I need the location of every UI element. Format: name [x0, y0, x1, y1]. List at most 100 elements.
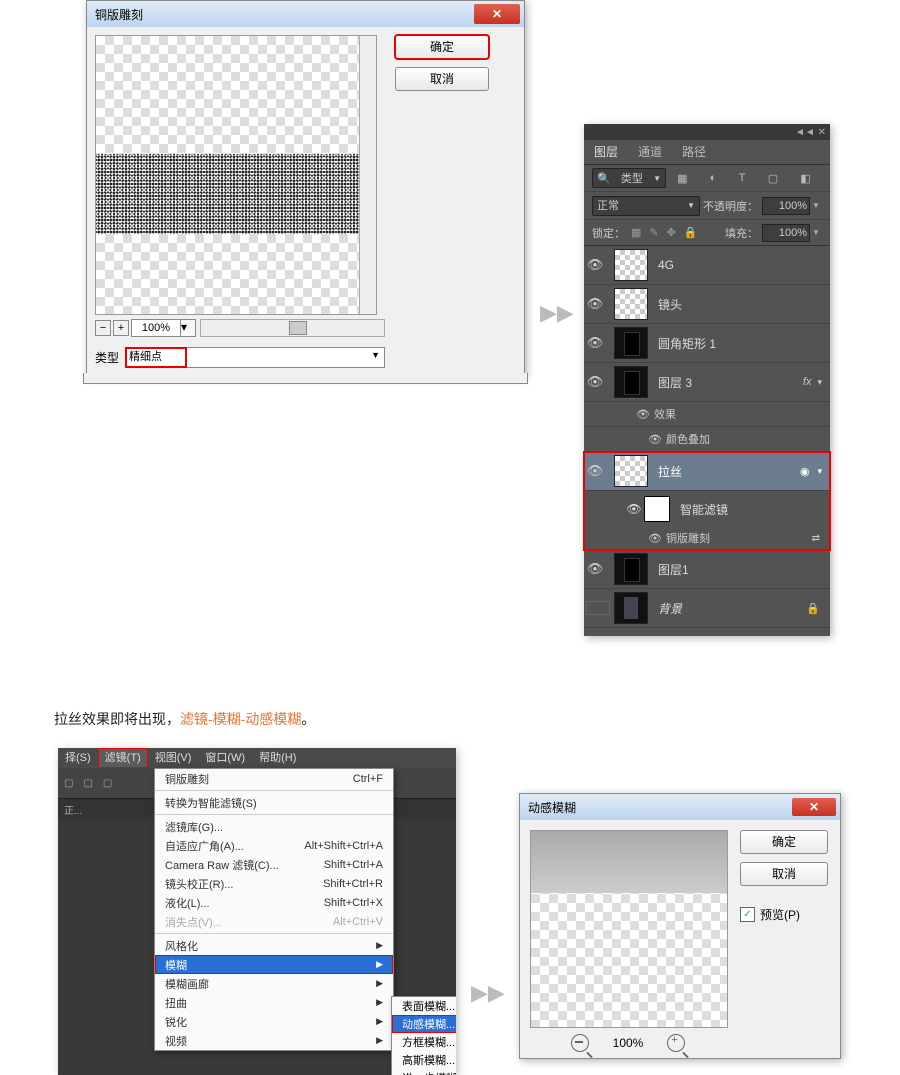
sub-surface-blur[interactable]: 表面模糊... [392, 997, 456, 1015]
layer-row[interactable]: 👁 镜头 [584, 285, 830, 324]
menu-item-distort[interactable]: 扭曲▶ [155, 993, 393, 1012]
menu-item-liquify[interactable]: 液化(L)...Shift+Ctrl+X [155, 893, 393, 912]
layer-thumb[interactable] [614, 288, 648, 320]
zoom-out-button[interactable]: − [95, 320, 111, 336]
tab-channels[interactable]: 通道 [628, 140, 672, 164]
layer-row[interactable]: 👁 4G [584, 246, 830, 285]
preview-vscrollbar[interactable] [359, 36, 376, 314]
eye-icon[interactable]: 👁 [584, 296, 606, 312]
lock-label: 锁定： [592, 225, 625, 241]
zoom-in-icon[interactable] [667, 1034, 685, 1052]
eye-icon[interactable]: 👁 [648, 433, 666, 446]
layer-row[interactable]: 👁 图层 3 fx ▾ [584, 363, 830, 402]
chevron-down-icon[interactable]: ▾ [817, 466, 822, 477]
lock-position-icon[interactable]: ✥ [667, 226, 676, 239]
layer-thumb[interactable] [614, 455, 648, 487]
menu-item-camera-raw[interactable]: Camera Raw 滤镜(C)...Shift+Ctrl+A [155, 855, 393, 874]
smart-filter-item[interactable]: 👁 铜版雕刻 ⇄ [584, 527, 830, 549]
menu-item-convert-smart[interactable]: 转换为智能滤镜(S) [155, 793, 393, 812]
filter-settings-icon[interactable]: ⇄ [812, 533, 820, 544]
preview-canvas[interactable] [95, 35, 377, 315]
menu-item-blur[interactable]: 模糊▶ [155, 955, 393, 974]
lock-pixels-icon[interactable]: ▦ [631, 226, 641, 239]
filter-adjust-icon[interactable]: ◐ [710, 172, 717, 185]
sub-motion-blur[interactable]: 动感模糊... [392, 1015, 456, 1033]
eye-icon[interactable]: 👁 [648, 532, 666, 545]
layer-row-selected[interactable]: 👁 拉丝 ◉ ▾ [584, 452, 830, 491]
type-dropdown[interactable] [187, 347, 385, 368]
eye-icon[interactable]: 👁 [636, 408, 654, 421]
preview-checkbox-row[interactable]: ✓ 预览(P) [740, 906, 828, 923]
layer-row[interactable]: 👁 图层1 [584, 550, 830, 589]
menu-view[interactable]: 视图(V) [148, 748, 199, 768]
layer-effect-sub[interactable]: 👁 效果 [584, 402, 830, 427]
dialog-title: 铜版雕刻 [95, 6, 143, 23]
menu-item-sharpen[interactable]: 锐化▶ [155, 1012, 393, 1031]
lock-all-icon[interactable]: 🔒 [684, 226, 698, 239]
preview-hscrollbar[interactable] [200, 319, 385, 337]
cancel-button[interactable]: 取消 [740, 862, 828, 886]
eye-icon[interactable]: 👁 [584, 335, 606, 351]
menu-filter[interactable]: 滤镜(T) [98, 748, 148, 768]
layer-thumb[interactable] [614, 592, 648, 624]
menu-item-video[interactable]: 视频▶ [155, 1031, 393, 1050]
eye-icon[interactable]: 👁 [584, 561, 606, 577]
fx-badge[interactable]: fx [803, 376, 812, 388]
zoom-out-icon[interactable] [571, 1034, 589, 1052]
layer-row[interactable]: 👁 圆角矩形 1 [584, 324, 830, 363]
cancel-button[interactable]: 取消 [395, 67, 489, 91]
dialog-titlebar[interactable]: 铜版雕刻 ✕ [87, 1, 524, 27]
zoom-in-button[interactable]: + [113, 320, 129, 336]
opacity-value[interactable]: 100% [762, 197, 810, 215]
layer-thumb[interactable] [614, 366, 648, 398]
preview-noise-band [96, 154, 361, 234]
eye-off-icon[interactable] [586, 601, 610, 615]
layer-row-background[interactable]: 背景 🔒 [584, 589, 830, 628]
sub-gaussian-blur[interactable]: 高斯模糊... [392, 1051, 456, 1069]
layer-thumb[interactable] [614, 553, 648, 585]
eye-icon[interactable]: 👁 [584, 374, 606, 390]
eye-icon[interactable]: 👁 [584, 257, 606, 273]
menu-select[interactable]: 择(S) [58, 748, 98, 768]
dialog-titlebar[interactable]: 动感模糊 ✕ [520, 794, 840, 820]
sub-box-blur[interactable]: 方框模糊... [392, 1033, 456, 1051]
fill-dd-icon[interactable]: ▼ [812, 228, 822, 237]
menu-item-adaptive-wide[interactable]: 自适应广角(A)...Alt+Shift+Ctrl+A [155, 836, 393, 855]
smart-object-icon[interactable]: ◉ [800, 465, 810, 478]
eye-icon[interactable]: 👁 [584, 463, 606, 479]
menu-item-lens-correct[interactable]: 镜头校正(R)...Shift+Ctrl+R [155, 874, 393, 893]
fill-value[interactable]: 100% [762, 224, 810, 242]
smart-filter-thumb[interactable] [644, 496, 670, 522]
filter-shape-icon[interactable]: ▢ [768, 172, 778, 185]
menu-item-last-filter[interactable]: 铜版雕刻Ctrl+F [155, 769, 393, 788]
sub-blur-more[interactable]: 进一步模糊 [392, 1069, 456, 1075]
layer-thumb[interactable] [614, 249, 648, 281]
layer-thumb[interactable] [614, 327, 648, 359]
filter-type-icon[interactable]: T [739, 172, 746, 185]
menu-window[interactable]: 窗口(W) [198, 748, 252, 768]
ok-button[interactable]: 确定 [740, 830, 828, 854]
tab-layers[interactable]: 图层 [584, 140, 628, 164]
smart-filter-header[interactable]: 👁 智能滤镜 [584, 491, 830, 527]
preview-canvas[interactable] [530, 830, 728, 1028]
tab-paths[interactable]: 路径 [672, 140, 716, 164]
layer-effect-sub[interactable]: 👁 颜色叠加 [584, 427, 830, 452]
filter-smart-icon[interactable]: ◧ [800, 172, 810, 185]
menu-item-blur-gallery[interactable]: 模糊画廊▶ [155, 974, 393, 993]
checkbox-icon[interactable]: ✓ [740, 907, 755, 922]
ok-button[interactable]: 确定 [395, 35, 489, 59]
lock-brush-icon[interactable]: ✎ [649, 226, 658, 239]
blend-mode-dropdown[interactable]: 正常▼ [592, 196, 700, 216]
eye-icon[interactable]: 👁 [624, 502, 644, 516]
panel-top-controls[interactable]: ◄◄ ✕ [584, 124, 830, 140]
menu-help[interactable]: 帮助(H) [252, 748, 303, 768]
zoom-dropdown[interactable]: ▾ [180, 319, 196, 337]
menu-item-filter-gallery[interactable]: 滤镜库(G)... [155, 817, 393, 836]
opacity-dd-icon[interactable]: ▼ [812, 201, 822, 210]
menu-item-stylize[interactable]: 风格化▶ [155, 936, 393, 955]
close-icon[interactable]: ✕ [474, 4, 520, 24]
filter-pixel-icon[interactable]: ▦ [677, 172, 687, 185]
layer-filter-dropdown[interactable]: 🔍类型▼ [592, 168, 666, 188]
close-icon[interactable]: ✕ [792, 798, 836, 816]
chevron-down-icon[interactable]: ▾ [817, 377, 822, 388]
